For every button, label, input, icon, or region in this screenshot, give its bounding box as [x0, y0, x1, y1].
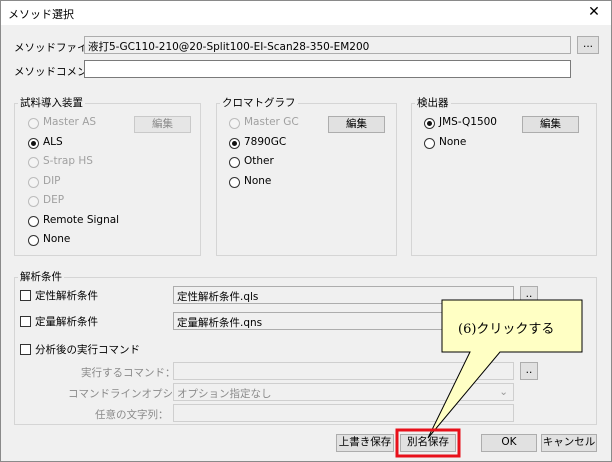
- callout-text: (6)クリックする: [458, 322, 555, 337]
- save-as-highlight: [395, 428, 461, 458]
- callout-overlay: [395, 299, 583, 458]
